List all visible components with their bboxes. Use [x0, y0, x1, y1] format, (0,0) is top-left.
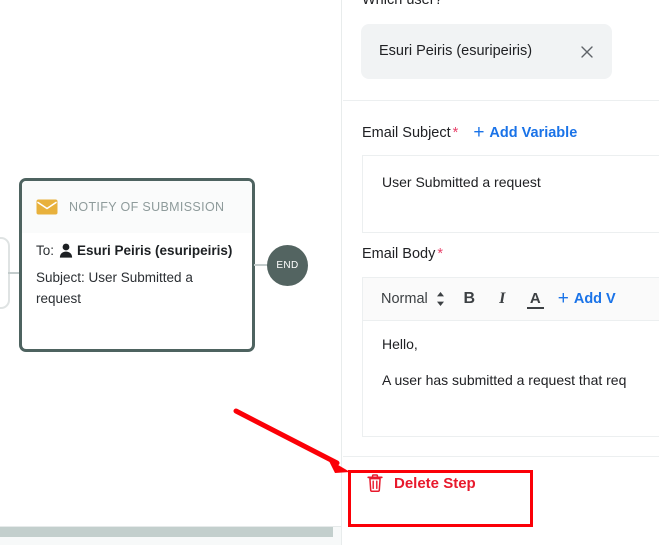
- email-body-paragraph: Hello,: [382, 336, 418, 352]
- close-icon[interactable]: [578, 43, 596, 61]
- node-to-label: To:: [36, 243, 55, 258]
- which-user-label: Which user?: [362, 0, 443, 8]
- text-color-button[interactable]: A: [526, 290, 544, 309]
- editor-toolbar: Normal B I A + Add V: [363, 278, 659, 321]
- email-body-paragraph: A user has submitted a request that req: [382, 372, 627, 388]
- format-select[interactable]: Normal: [381, 291, 428, 307]
- email-subject-label: Email Subject: [362, 125, 451, 141]
- stepper-arrows: [436, 292, 444, 306]
- bold-button[interactable]: B: [461, 290, 478, 308]
- panel-divider-top: [343, 100, 659, 101]
- selected-user-chip[interactable]: Esuri Peiris (esuripeiris): [361, 24, 612, 79]
- canvas-scrollbar-thumb[interactable]: [0, 527, 333, 537]
- person-icon: [59, 243, 73, 258]
- step-config-panel: Which user? Esuri Peiris (esuripeiris) E…: [341, 0, 659, 545]
- updown-stepper-icon[interactable]: [436, 291, 445, 307]
- workflow-editor-screen: NOTIFY OF SUBMISSION To: Esuri Peiris (e…: [0, 0, 659, 545]
- email-body-label: Email Body: [362, 246, 436, 262]
- end-node-label: END: [276, 260, 299, 271]
- email-body-content[interactable]: Hello, A user has submitted a request th…: [363, 321, 659, 390]
- delete-step-button[interactable]: Delete Step: [367, 474, 476, 492]
- notify-of-submission-node[interactable]: NOTIFY OF SUBMISSION To: Esuri Peiris (e…: [19, 178, 255, 352]
- italic-button[interactable]: I: [494, 290, 511, 308]
- email-body-label-row: Email Body *: [362, 245, 443, 263]
- end-node[interactable]: END: [267, 245, 308, 286]
- add-variable-subject-label: Add Variable: [489, 125, 578, 141]
- trash-icon: [367, 474, 383, 492]
- workflow-canvas[interactable]: NOTIFY OF SUBMISSION To: Esuri Peiris (e…: [0, 0, 341, 545]
- add-variable-body-label: Add V: [573, 291, 616, 307]
- add-variable-body-button[interactable]: + Add V: [557, 288, 616, 309]
- node-recipient-name: Esuri Peiris (esuripeiris): [77, 243, 233, 258]
- email-subject-value: User Submitted a request: [382, 174, 541, 190]
- email-subject-required-marker: *: [452, 125, 459, 141]
- add-variable-subject-button[interactable]: + Add Variable: [473, 122, 578, 143]
- node-subject-text: Subject: User Submitted a request: [36, 270, 193, 306]
- selected-user-name: Esuri Peiris (esuripeiris): [379, 43, 533, 59]
- email-body-required-marker: *: [437, 246, 443, 262]
- email-subject-input[interactable]: User Submitted a request: [362, 155, 659, 233]
- email-subject-label-row: Email Subject * + Add Variable: [362, 122, 578, 143]
- envelope-icon: [36, 199, 58, 215]
- email-body-editor[interactable]: Normal B I A + Add V Hello, A user has s…: [362, 277, 659, 437]
- node-header: NOTIFY OF SUBMISSION: [22, 181, 252, 233]
- node-recipient-row: To: Esuri Peiris (esuripeiris): [36, 243, 238, 258]
- panel-divider-footer: [343, 456, 659, 457]
- plus-icon: +: [557, 288, 569, 309]
- delete-step-label: Delete Step: [394, 474, 476, 492]
- node-body: To: Esuri Peiris (esuripeiris) Subject: …: [22, 233, 252, 309]
- plus-icon: +: [473, 122, 485, 143]
- node-type-label: NOTIFY OF SUBMISSION: [69, 200, 225, 214]
